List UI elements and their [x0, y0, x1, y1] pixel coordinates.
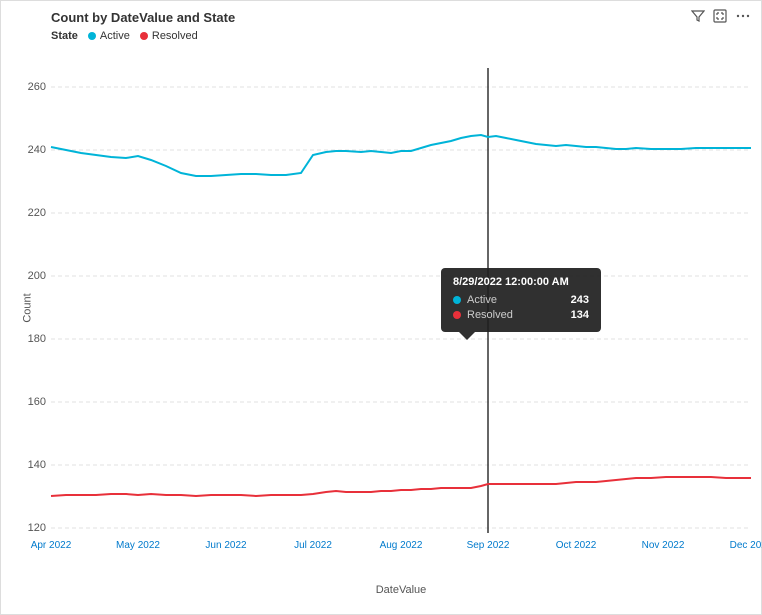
resolved-line — [51, 477, 751, 496]
chart-icons — [691, 9, 751, 26]
filter-icon[interactable] — [691, 9, 705, 26]
svg-text:Jul 2022: Jul 2022 — [294, 540, 332, 551]
chart-header: Count by DateValue and State — [51, 9, 751, 26]
legend-state-label: State — [51, 30, 78, 42]
svg-text:180: 180 — [28, 333, 46, 345]
svg-text:260: 260 — [28, 81, 46, 93]
svg-text:Apr 2022: Apr 2022 — [31, 540, 72, 551]
chart-legend: State Active Resolved — [51, 30, 751, 42]
svg-text:240: 240 — [28, 144, 46, 156]
chart-container: Count by DateValue and State — [0, 0, 762, 615]
legend-dot-active — [88, 32, 96, 40]
svg-text:120: 120 — [28, 522, 46, 534]
legend-label-resolved: Resolved — [152, 30, 198, 42]
svg-text:May 2022: May 2022 — [116, 540, 160, 551]
active-line — [51, 135, 751, 176]
svg-text:Nov 2022: Nov 2022 — [642, 540, 685, 551]
svg-text:140: 140 — [28, 459, 46, 471]
expand-icon[interactable] — [713, 9, 727, 26]
legend-item-active: Active — [88, 30, 130, 42]
svg-text:Dec 2022: Dec 2022 — [730, 540, 762, 551]
svg-text:Oct 2022: Oct 2022 — [556, 540, 597, 551]
x-axis-label: DateValue — [376, 584, 427, 596]
svg-text:220: 220 — [28, 207, 46, 219]
svg-text:Aug 2022: Aug 2022 — [380, 540, 423, 551]
y-axis-label: Count — [22, 293, 34, 322]
chart-svg: 120 140 160 180 200 220 240 260 Apr 2022… — [51, 48, 751, 568]
legend-dot-resolved — [140, 32, 148, 40]
more-options-icon[interactable] — [735, 9, 751, 26]
legend-item-resolved: Resolved — [140, 30, 198, 42]
legend-label-active: Active — [100, 30, 130, 42]
chart-title: Count by DateValue and State — [51, 10, 235, 25]
chart-area: Count DateValue 120 140 160 180 200 220 … — [51, 48, 751, 568]
svg-text:Sep 2022: Sep 2022 — [467, 540, 510, 551]
svg-text:Jun 2022: Jun 2022 — [205, 540, 247, 551]
svg-text:200: 200 — [28, 270, 46, 282]
svg-text:160: 160 — [28, 396, 46, 408]
